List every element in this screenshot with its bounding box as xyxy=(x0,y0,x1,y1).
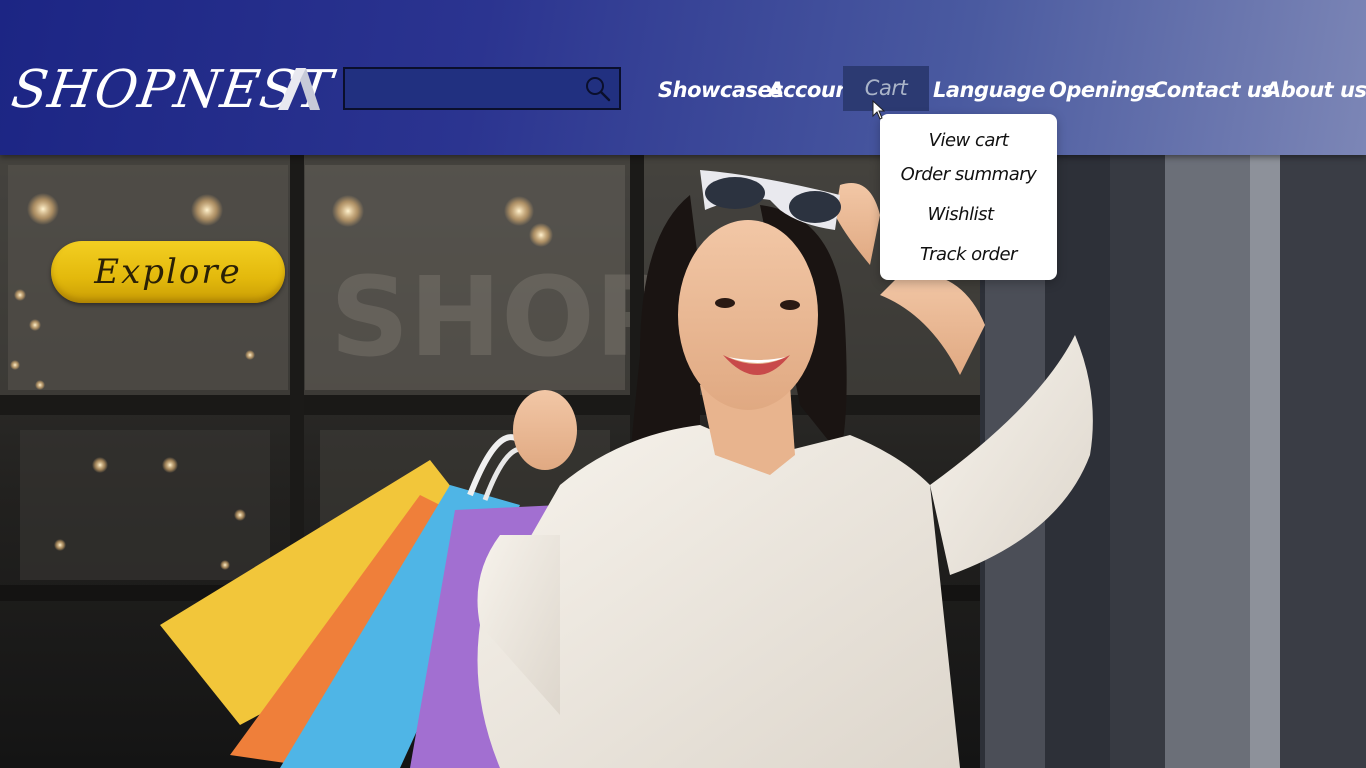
nav-about-us[interactable]: About us xyxy=(1265,70,1366,110)
nav-language[interactable]: Language xyxy=(933,70,1045,110)
nav-showcases[interactable]: Showcases xyxy=(658,70,784,110)
search-input[interactable] xyxy=(345,69,575,108)
explore-button[interactable]: Explore xyxy=(51,241,285,303)
search-icon[interactable] xyxy=(585,76,611,102)
menu-item-track-order[interactable]: Track order xyxy=(880,244,1057,265)
mouse-pointer-icon xyxy=(872,100,886,120)
nav-cart[interactable]: Cart xyxy=(843,66,929,111)
search-bar xyxy=(343,67,621,110)
menu-item-order-summary[interactable]: Order summary xyxy=(880,164,1057,185)
nav-openings[interactable]: Openings xyxy=(1049,70,1157,110)
nav-contact-us[interactable]: Contact us xyxy=(1152,70,1274,110)
logo-mark-icon xyxy=(278,68,320,110)
site-header: SHOPNEST Showcases Account Cart Language… xyxy=(0,0,1366,155)
cart-dropdown-menu: View cart Order summary Wishlist Track o… xyxy=(880,114,1057,280)
brand-logo[interactable]: SHOPNEST xyxy=(8,60,337,120)
menu-item-wishlist[interactable]: Wishlist xyxy=(872,204,1049,225)
svg-text:SHOP: SHOP xyxy=(330,253,675,381)
menu-item-view-cart[interactable]: View cart xyxy=(880,130,1057,151)
